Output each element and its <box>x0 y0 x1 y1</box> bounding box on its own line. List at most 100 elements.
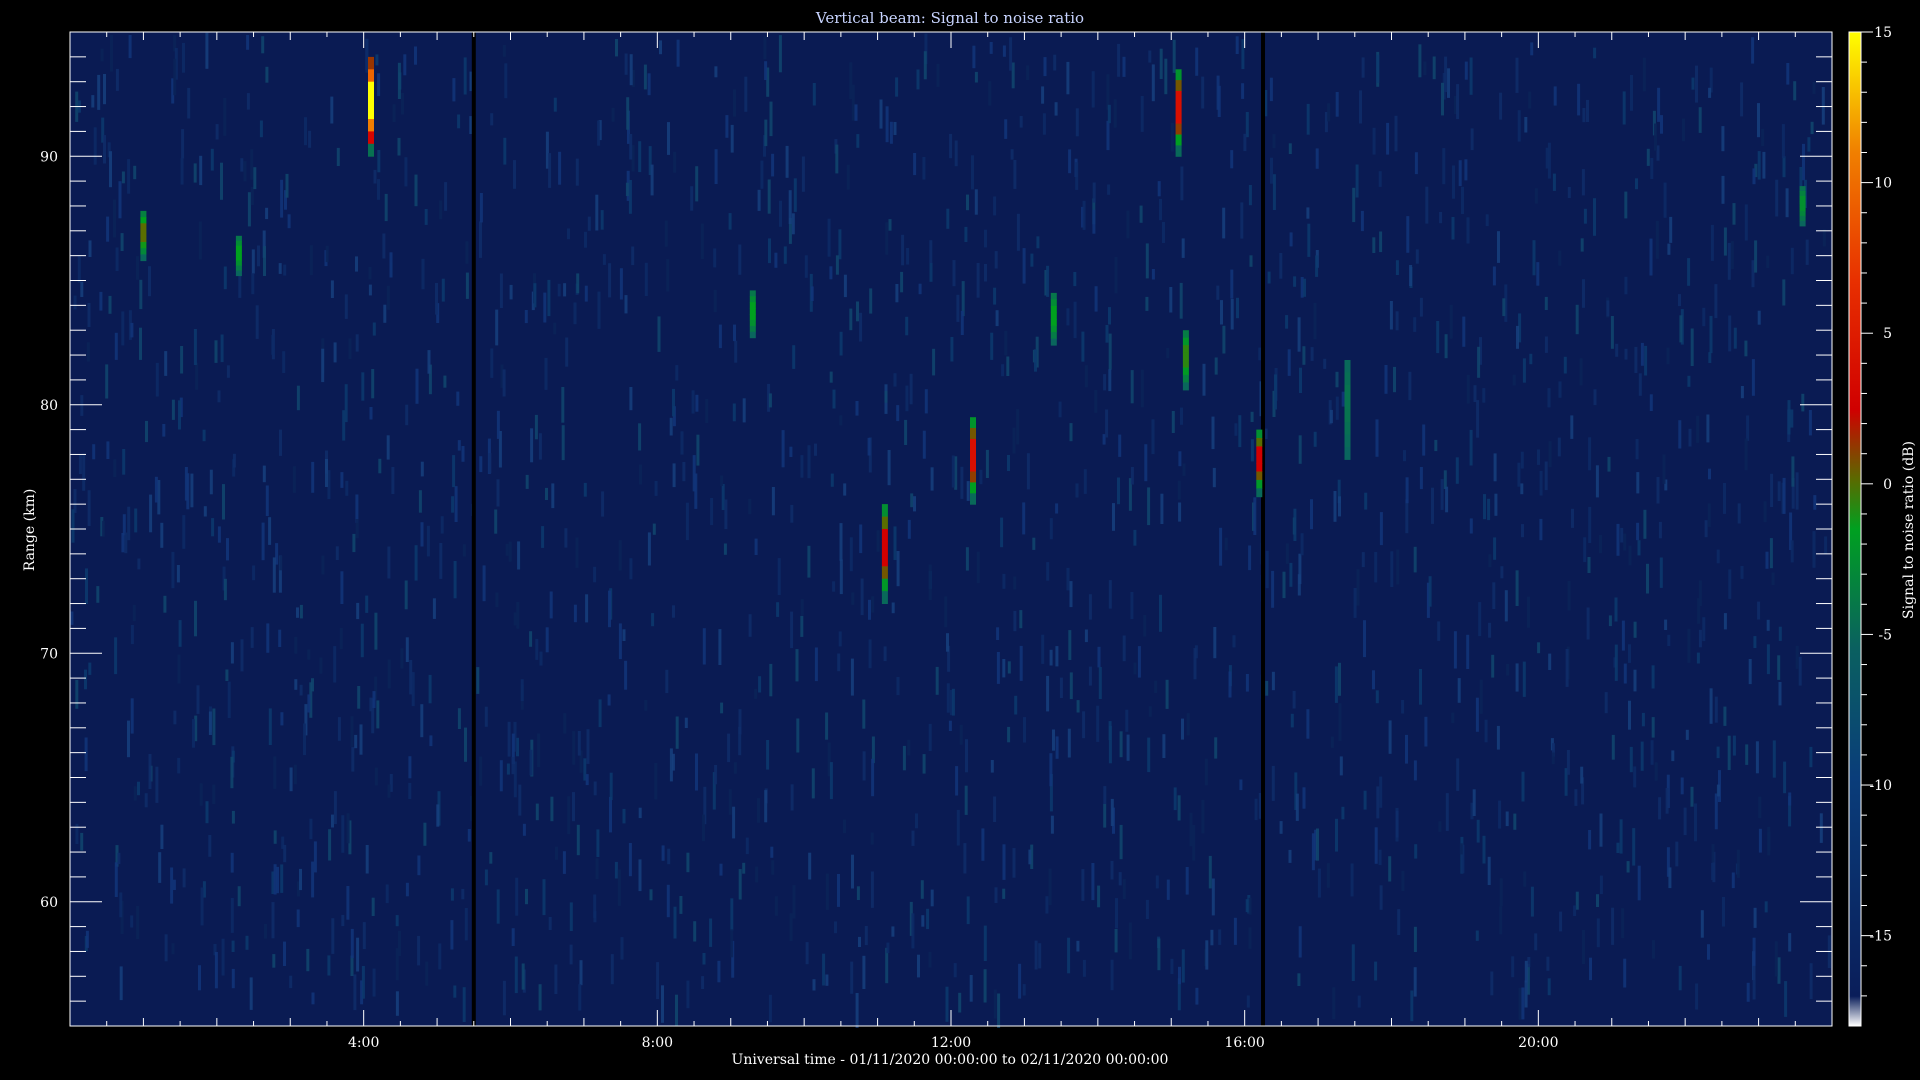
noise-streak <box>1164 58 1168 95</box>
noise-streak <box>720 702 724 714</box>
noise-streak <box>1103 374 1107 391</box>
noise-streak <box>1137 646 1141 678</box>
noise-streak <box>87 303 91 327</box>
noise-streak <box>1593 47 1597 59</box>
noise-streak <box>103 74 106 105</box>
noise-streak <box>1066 308 1070 326</box>
noise-streak <box>227 681 231 718</box>
noise-streak <box>754 538 758 555</box>
noise-streak <box>520 679 524 702</box>
noise-streak <box>656 962 660 1000</box>
noise-streak <box>1727 242 1731 280</box>
colorbar-ticks: 151050-5-10-15 <box>1861 25 1892 997</box>
noise-streak <box>1333 491 1337 522</box>
noise-streak <box>1757 103 1760 138</box>
noise-streak <box>1081 331 1085 362</box>
noise-streak <box>1272 174 1276 210</box>
noise-streak <box>1777 655 1781 680</box>
noise-streak <box>838 631 842 647</box>
noise-streak <box>543 292 547 323</box>
noise-streak <box>1053 54 1057 71</box>
noise-streak <box>294 636 298 654</box>
echo-segment <box>1175 91 1182 103</box>
noise-streak <box>346 813 350 844</box>
noise-streak <box>1431 487 1434 524</box>
noise-streak <box>710 498 714 526</box>
noise-streak <box>862 955 866 989</box>
noise-streak <box>452 78 456 102</box>
noise-streak <box>496 889 500 924</box>
noise-streak <box>1361 57 1365 78</box>
noise-streak <box>1192 825 1196 861</box>
noise-streak <box>1414 844 1418 859</box>
echo-segment <box>368 69 374 83</box>
noise-streak <box>346 886 350 920</box>
echo-segment <box>1175 80 1182 92</box>
noise-streak <box>1511 956 1515 978</box>
noise-streak <box>901 234 905 266</box>
noise-streak <box>1714 284 1718 319</box>
noise-streak <box>1166 879 1170 900</box>
noise-streak <box>1269 77 1273 102</box>
noise-streak <box>306 948 310 972</box>
noise-streak <box>395 915 399 927</box>
noise-streak <box>936 63 940 87</box>
noise-streak <box>1650 158 1654 179</box>
noise-streak <box>429 735 433 747</box>
noise-streak <box>1787 400 1791 435</box>
noise-streak <box>1285 315 1289 329</box>
noise-streak <box>1288 849 1292 863</box>
noise-streak <box>1220 300 1223 325</box>
noise-streak <box>278 263 282 274</box>
noise-streak <box>622 629 626 641</box>
noise-streak <box>444 182 448 211</box>
noise-streak <box>1563 356 1567 374</box>
noise-streak <box>1530 42 1534 56</box>
noise-streak <box>1338 703 1342 741</box>
noise-streak <box>1202 363 1206 396</box>
noise-streak <box>791 213 795 235</box>
echo-segment <box>1175 69 1182 81</box>
noise-streak <box>1812 82 1816 94</box>
noise-streak <box>440 516 444 534</box>
noise-streak <box>796 718 800 753</box>
noise-streak <box>561 425 565 461</box>
noise-streak <box>770 846 774 858</box>
noise-streak <box>1744 340 1748 357</box>
noise-streak <box>839 523 843 561</box>
noise-streak <box>1002 844 1006 880</box>
noise-streak <box>1586 607 1590 640</box>
noise-streak <box>1628 700 1631 730</box>
noise-streak <box>629 387 633 411</box>
noise-streak <box>1821 87 1825 125</box>
colorbar-gradient <box>1848 31 1862 1027</box>
noise-streak <box>529 631 533 647</box>
noise-streak <box>1162 734 1166 758</box>
noise-streak <box>509 284 513 300</box>
noise-streak <box>425 961 429 986</box>
noise-streak <box>1002 888 1006 899</box>
noise-streak <box>1808 410 1812 436</box>
noise-streak <box>870 871 874 908</box>
noise-streak <box>553 322 557 335</box>
noise-streak <box>1030 253 1034 267</box>
noise-streak <box>1310 347 1314 361</box>
noise-streak <box>1415 249 1419 264</box>
noise-streak <box>896 677 900 696</box>
echo-segment <box>749 331 756 339</box>
noise-streak <box>1695 65 1698 103</box>
noise-streak <box>1782 279 1786 306</box>
noise-streak <box>436 804 440 827</box>
noise-streak <box>1558 381 1562 398</box>
noise-streak <box>871 596 875 613</box>
noise-streak <box>856 301 859 322</box>
noise-streak <box>1456 758 1460 791</box>
noise-streak <box>121 311 125 346</box>
echo-segment <box>1050 292 1057 300</box>
noise-streak <box>78 454 82 474</box>
noise-streak <box>311 461 315 493</box>
noise-streak <box>893 526 897 560</box>
noise-streak <box>209 469 213 495</box>
noise-streak <box>272 557 276 593</box>
noise-streak <box>1777 481 1781 501</box>
